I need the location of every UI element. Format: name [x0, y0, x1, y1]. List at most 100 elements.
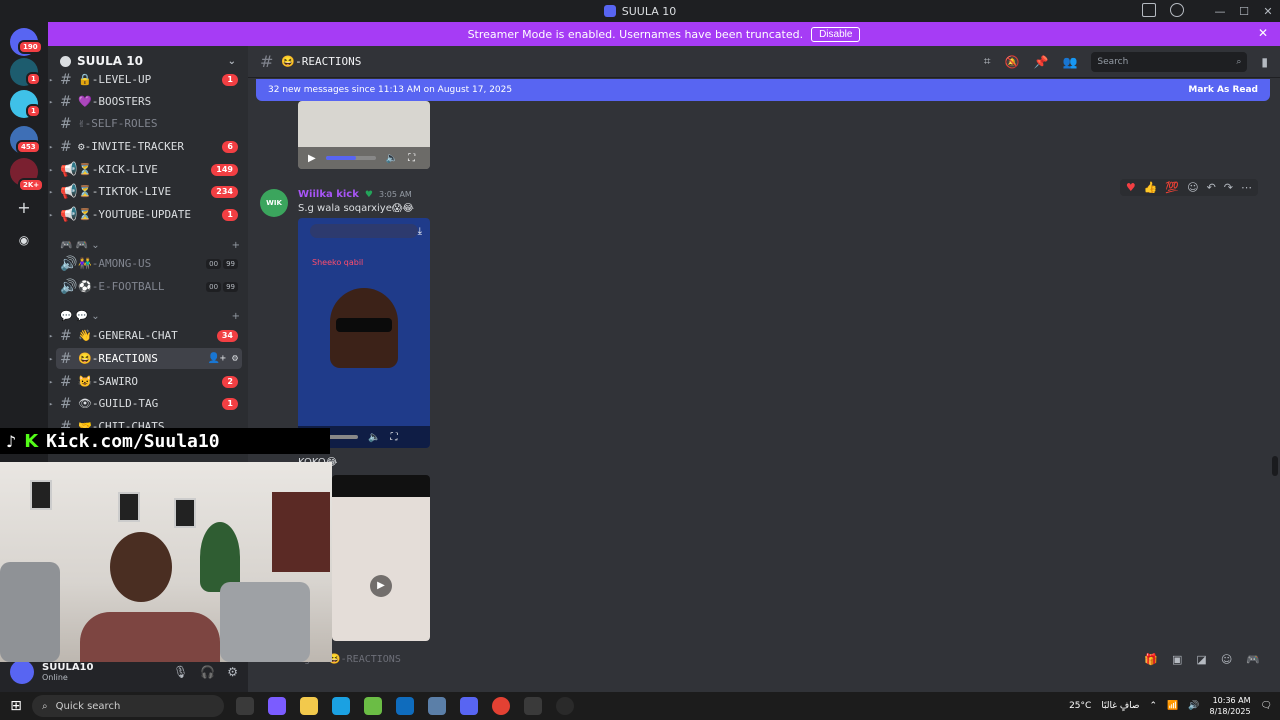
hundred-reaction-icon[interactable]: 💯 [1165, 181, 1179, 194]
message-input[interactable]: Message #😆-REACTIONS 🎁 ▣ ◪ ☺ 🎮 [264, 648, 1270, 670]
play-icon[interactable]: ▶ [308, 153, 316, 164]
maximize-button[interactable]: ☐ [1232, 5, 1256, 18]
unread-indicator: ▸ [49, 165, 54, 174]
tiktok-video-attachment[interactable]: Sheeko qabil ⤓ 🔈 ⛶ [298, 218, 430, 448]
channel-kick-live[interactable]: ▸ 📢 ⏳-KICK-LIVE 149 [49, 159, 242, 180]
video-attachment-2[interactable]: ▶ [332, 475, 430, 641]
scrollbar[interactable] [1272, 456, 1278, 476]
text-channel-icon: # [60, 115, 72, 132]
text-channel-icon: # [60, 93, 72, 110]
heart-reaction-icon[interactable]: ♥ [1126, 181, 1136, 194]
channel-header: # 😆-REACTIONS ⌗ 🔕 📌 👥 Search ⌕ ▮ [248, 46, 1280, 78]
disable-streamer-mode-button[interactable]: Disable [811, 26, 861, 42]
channel-boosters[interactable]: ▸ # 💜-BOOSTERS [49, 91, 242, 112]
channel-among-us[interactable]: 🔊 👫-AMONG-US 00 99 [56, 253, 242, 274]
gift-icon[interactable]: 🎁 [1144, 653, 1158, 666]
taskbar-search[interactable]: ⌕ Quick search [32, 695, 224, 717]
headphones-icon[interactable]: 🎧 [200, 665, 215, 679]
task-view-icon[interactable] [236, 697, 254, 715]
outlook-icon[interactable] [396, 697, 414, 715]
channel-general-chat[interactable]: ▸ # 👋-GENERAL-CHAT 34 [49, 325, 242, 346]
window-controls: — ☐ ✕ [1208, 0, 1280, 22]
weather-temp[interactable]: 25°C [1069, 701, 1091, 711]
channel-tiktok-live[interactable]: ▸ 📢 ⏳-TIKTOK-LIVE 234 [49, 181, 242, 202]
edge-icon[interactable] [332, 697, 350, 715]
reply-icon[interactable]: ↶ [1207, 181, 1216, 194]
category-chat[interactable]: 💬 💬 ⌄ + [60, 311, 240, 322]
channel-name: ⏳-YOUTUBE-UPDATE [78, 208, 192, 221]
channel-reactions[interactable]: ▸ # 😆-REACTIONS 👤+ ⚙ [49, 348, 242, 369]
chrome-icon[interactable] [492, 697, 510, 715]
channel-guild-tag[interactable]: ▸ # 👁-GUILD-TAG 1 [49, 393, 242, 414]
windows-start-icon[interactable]: ⊞ [0, 698, 32, 714]
channel-settings-icon[interactable]: 👤+ ⚙ [207, 353, 238, 364]
message-content: S.g wala soqarxiye😱😂 [298, 203, 414, 214]
message-list: ▶ 🔈 ⛶ ♥ 👍 💯 ☺ ↶ ↷ ⋯ WIK Wiilka kick ♥ 3:… [248, 101, 1280, 641]
new-messages-bar[interactable]: 32 new messages since 11:13 AM on August… [256, 79, 1270, 101]
fullscreen-icon[interactable]: ⛶ [408, 153, 415, 164]
settings-gear-icon[interactable]: ⚙ [227, 665, 238, 679]
play-icon[interactable]: ▶ [370, 575, 392, 597]
discover-icon[interactable]: ◉ [12, 229, 36, 253]
search-input[interactable]: Search ⌕ [1091, 51, 1248, 72]
notification-bell-icon[interactable]: 🔕 [1005, 55, 1020, 69]
pin-icon[interactable]: 📌 [1033, 55, 1048, 69]
settings-icon[interactable] [524, 697, 542, 715]
video-progress[interactable] [325, 156, 376, 160]
channel-name: 👫-AMONG-US [78, 257, 152, 270]
help-icon[interactable] [1170, 3, 1184, 17]
channel-self-roles[interactable]: # ✌-SELF-ROLES [56, 113, 242, 134]
sticker-icon[interactable]: ◪ [1196, 653, 1206, 666]
threads-icon[interactable]: ⌗ [984, 54, 991, 69]
wifi-icon[interactable]: 📶 [1167, 701, 1178, 711]
mark-as-read-button[interactable]: Mark As Read [1188, 85, 1258, 95]
mention-badge: 1 [222, 208, 238, 221]
create-channel-icon[interactable]: + [232, 311, 240, 322]
forward-icon[interactable]: ↷ [1224, 181, 1233, 194]
video-attachment[interactable]: ▶ 🔈 ⛶ [298, 101, 430, 169]
member-list-icon[interactable]: 👥 [1062, 55, 1077, 69]
channel-invite-tracker[interactable]: ▸ # ⚙-INVITE-TRACKER 6 [49, 136, 242, 157]
fullscreen-icon[interactable]: ⛶ [390, 432, 397, 443]
tray-chevron-icon[interactable]: ⌃ [1150, 701, 1158, 711]
copilot-icon[interactable] [268, 697, 286, 715]
kick-logo-icon: K [24, 430, 39, 452]
channel-level-up[interactable]: ▸ # 🔒-LEVEL-UP 1 [49, 69, 242, 90]
file-explorer-icon[interactable] [300, 697, 318, 715]
store-icon[interactable] [364, 697, 382, 715]
volume-icon[interactable]: 🔈 [368, 432, 380, 443]
inbox-icon[interactable]: ▮ [1261, 55, 1268, 69]
gif-icon[interactable]: ▣ [1172, 653, 1182, 666]
add-reaction-icon[interactable]: ☺ [1187, 181, 1198, 194]
user-info[interactable]: SUULA10 Online [42, 662, 93, 682]
download-icon[interactable]: ⤓ [418, 226, 422, 237]
channel-e-football[interactable]: 🔊 ⚽-E-FOOTBALL 00 99 [56, 276, 242, 297]
volume-icon[interactable]: 🔊 [1188, 701, 1199, 711]
channel-youtube-update[interactable]: ▸ 📢 ⏳-YOUTUBE-UPDATE 1 [49, 204, 242, 225]
discord-icon[interactable] [460, 697, 478, 715]
taskbar-clock[interactable]: 10:36 AM 8/18/2025 [1210, 695, 1251, 717]
volume-icon[interactable]: 🔈 [386, 153, 398, 164]
server-badge: 2K+ [18, 178, 45, 192]
app-icon[interactable] [428, 697, 446, 715]
close-banner-icon[interactable]: ✕ [1258, 26, 1268, 40]
category-gaming[interactable]: 🎮 🎮 ⌄ + [60, 240, 240, 251]
notification-icon[interactable]: 🗨 [1261, 701, 1272, 711]
more-options-icon[interactable]: ⋯ [1241, 181, 1252, 194]
microphone-icon[interactable]: 🎙 [173, 665, 188, 679]
text-channel-icon: # [60, 327, 72, 344]
windows-taskbar: ⊞ ⌕ Quick search 25°C صافٍ غالبًا ⌃ 📶 🔊 … [0, 692, 1280, 720]
message-author[interactable]: Wiilka kick [298, 189, 359, 200]
emoji-icon[interactable]: ☺ [1221, 653, 1232, 666]
channel-sawiro[interactable]: ▸ # 😺-SAWIRO 2 [49, 371, 242, 392]
user-avatar[interactable] [10, 660, 34, 684]
obs-icon[interactable] [556, 697, 574, 715]
add-server-icon[interactable]: + [12, 197, 36, 221]
message-author-avatar[interactable]: WIK [260, 189, 288, 217]
inbox-icon[interactable] [1142, 3, 1156, 17]
minimize-button[interactable]: — [1208, 5, 1232, 18]
close-window-button[interactable]: ✕ [1256, 5, 1280, 18]
thumbs-up-reaction-icon[interactable]: 👍 [1144, 181, 1158, 194]
apps-icon[interactable]: 🎮 [1246, 653, 1260, 666]
create-channel-icon[interactable]: + [232, 240, 240, 251]
